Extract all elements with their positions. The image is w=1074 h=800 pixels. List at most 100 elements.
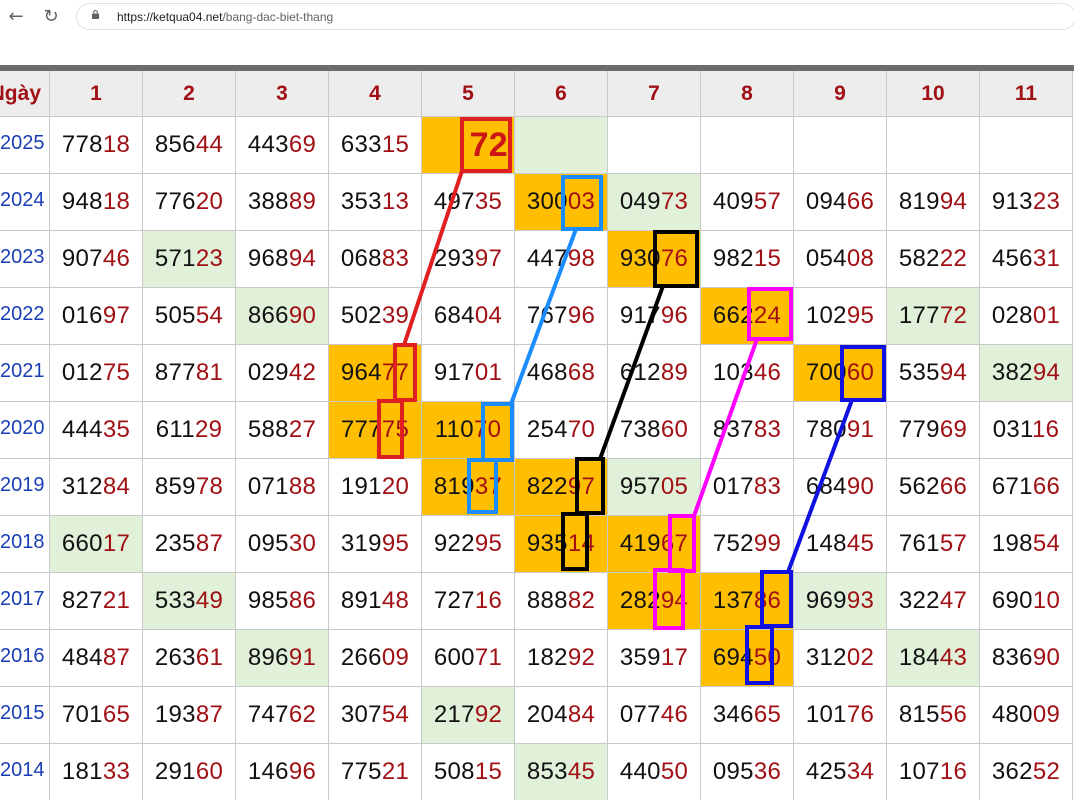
tail-digits: 90 bbox=[288, 302, 317, 329]
result-cell-2018-9: 14845 bbox=[794, 516, 887, 573]
back-arrow-icon[interactable]: ← bbox=[3, 4, 29, 30]
head-digits: 819 bbox=[898, 188, 940, 215]
tail-digits: 94 bbox=[939, 188, 968, 215]
tail-digits: 21 bbox=[381, 758, 410, 785]
year-label-2017: 2017 bbox=[0, 573, 50, 630]
head-digits: 588 bbox=[247, 416, 289, 443]
result-cell-2018-2: 23587 bbox=[143, 516, 236, 573]
tail-digits: 94 bbox=[288, 245, 317, 272]
head-digits: 727 bbox=[433, 587, 475, 614]
result-cell-2023-5: 29397 bbox=[422, 231, 515, 288]
result-cell-2018-10: 76157 bbox=[887, 516, 980, 573]
result-cell-2014-3: 14696 bbox=[236, 744, 329, 800]
result-cell-2018-6: 93514 bbox=[515, 516, 608, 573]
tail-digits: 89 bbox=[288, 188, 317, 215]
head-digits: 266 bbox=[340, 644, 382, 671]
header-month-3: 3 bbox=[236, 71, 329, 117]
tail-digits: 98 bbox=[567, 245, 596, 272]
tail-digits: 87 bbox=[195, 530, 224, 557]
head-digits: 660 bbox=[61, 530, 103, 557]
head-digits: 235 bbox=[154, 530, 196, 557]
tail-digits: 60 bbox=[660, 416, 689, 443]
tail-digits: 48 bbox=[381, 587, 410, 614]
tail-digits: 86 bbox=[288, 587, 317, 614]
head-digits: 447 bbox=[526, 245, 568, 272]
tail-digits: 09 bbox=[1032, 701, 1061, 728]
tail-digits: 52 bbox=[1032, 758, 1061, 785]
tail-digits: 94 bbox=[1032, 359, 1061, 386]
year-label-2016: 2016 bbox=[0, 630, 50, 687]
head-digits: 877 bbox=[154, 359, 196, 386]
result-cell-2016-9: 31202 bbox=[794, 630, 887, 687]
tail-digits: 57 bbox=[753, 188, 782, 215]
head-digits: 177 bbox=[898, 302, 940, 329]
tail-digits: 94 bbox=[660, 587, 689, 614]
result-cell-2015-5: 21792 bbox=[422, 687, 515, 744]
result-cell-2023-3: 96894 bbox=[236, 231, 329, 288]
result-cell-2024-10: 81994 bbox=[887, 174, 980, 231]
tail-digits: 09 bbox=[381, 644, 410, 671]
result-cell-2024-2: 77620 bbox=[143, 174, 236, 231]
result-cell-2025-8 bbox=[701, 117, 794, 174]
result-cell-2020-1: 44435 bbox=[50, 402, 143, 459]
head-digits: 263 bbox=[154, 644, 196, 671]
result-cell-2024-11: 91323 bbox=[980, 174, 1073, 231]
head-digits: 077 bbox=[619, 701, 661, 728]
head-digits: 322 bbox=[898, 587, 940, 614]
head-digits: 191 bbox=[340, 473, 382, 500]
result-cell-2019-8: 01783 bbox=[701, 459, 794, 516]
tail-digits: 18 bbox=[102, 188, 131, 215]
head-digits: 690 bbox=[991, 587, 1033, 614]
year-label-2018: 2018 bbox=[0, 516, 50, 573]
head-digits: 456 bbox=[991, 245, 1033, 272]
result-cell-2017-11: 69010 bbox=[980, 573, 1073, 630]
head-digits: 930 bbox=[619, 245, 661, 272]
head-digits: 856 bbox=[154, 131, 196, 158]
head-digits: 508 bbox=[433, 758, 475, 785]
head-digits: 582 bbox=[898, 245, 940, 272]
result-cell-2017-4: 89148 bbox=[329, 573, 422, 630]
year-label-2021: 2021 bbox=[0, 345, 50, 402]
result-cell-2019-11: 67166 bbox=[980, 459, 1073, 516]
tail-digits: 93 bbox=[846, 587, 875, 614]
special-prize-table: Ngày123456789101120257781885644443696331… bbox=[0, 71, 1074, 800]
result-cell-2019-3: 07188 bbox=[236, 459, 329, 516]
result-cell-2022-1: 01697 bbox=[50, 288, 143, 345]
tail-digits: 91 bbox=[288, 644, 317, 671]
head-digits: 761 bbox=[898, 530, 940, 557]
tail-digits: 60 bbox=[846, 359, 875, 386]
result-cell-2025-7 bbox=[608, 117, 701, 174]
header-month-2: 2 bbox=[143, 71, 236, 117]
result-cell-2024-9: 09466 bbox=[794, 174, 887, 231]
tail-digits: 37 bbox=[474, 473, 503, 500]
result-cell-2020-11: 03116 bbox=[980, 402, 1073, 459]
tail-digits: 10 bbox=[1032, 587, 1061, 614]
result-cell-2016-3: 89691 bbox=[236, 630, 329, 687]
result-cell-2019-1: 31284 bbox=[50, 459, 143, 516]
result-cell-2019-10: 56266 bbox=[887, 459, 980, 516]
tail-digits: 05 bbox=[660, 473, 689, 500]
result-cell-2015-1: 70165 bbox=[50, 687, 143, 744]
result-cell-2021-9: 70060 bbox=[794, 345, 887, 402]
result-cell-2023-10: 58222 bbox=[887, 231, 980, 288]
result-cell-2018-1: 66017 bbox=[50, 516, 143, 573]
tail-digits: 95 bbox=[474, 530, 503, 557]
result-cell-2015-11: 48009 bbox=[980, 687, 1073, 744]
tail-digits: 89 bbox=[660, 359, 689, 386]
head-digits: 204 bbox=[526, 701, 568, 728]
tail-digits: 17 bbox=[102, 530, 131, 557]
head-digits: 102 bbox=[805, 302, 847, 329]
result-cell-2014-1: 18133 bbox=[50, 744, 143, 800]
reload-icon[interactable]: ↻ bbox=[38, 4, 64, 30]
result-cell-2020-9: 78091 bbox=[794, 402, 887, 459]
head-digits: 571 bbox=[154, 245, 196, 272]
address-bar[interactable]: https://ketqua04.net/bang-dac-biet-thang bbox=[76, 3, 1074, 30]
head-digits: 028 bbox=[991, 302, 1033, 329]
header-month-1: 1 bbox=[50, 71, 143, 117]
head-digits: 094 bbox=[805, 188, 847, 215]
result-cell-2016-10: 18443 bbox=[887, 630, 980, 687]
result-cell-2024-3: 38889 bbox=[236, 174, 329, 231]
tail-digits: 60 bbox=[195, 758, 224, 785]
tail-digits: 72 bbox=[939, 302, 968, 329]
tail-digits: 66 bbox=[846, 188, 875, 215]
